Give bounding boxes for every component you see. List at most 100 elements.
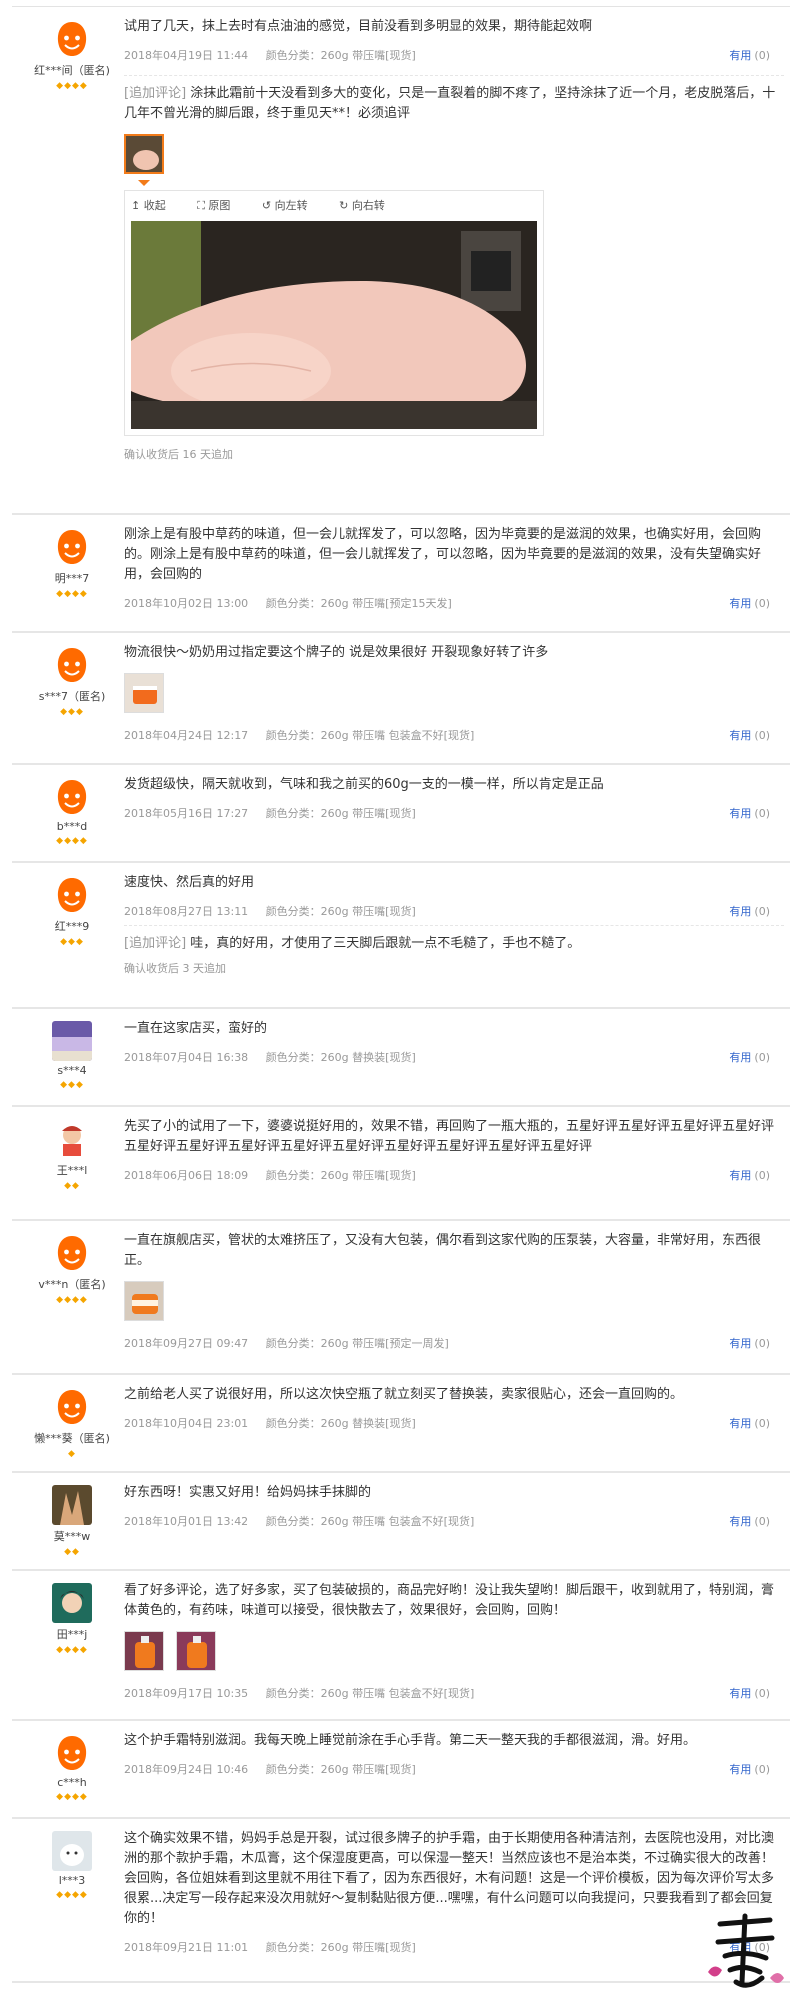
useful-button[interactable]: 有用 (0): [729, 1415, 784, 1431]
review-meta: 2018年08月27日 13:11 颜色分类：260g 带压嘴[现货] 有用 (0…: [124, 903, 784, 919]
useful-label[interactable]: 有用: [729, 807, 751, 820]
calligraphy-stamp-icon: [700, 1912, 790, 1994]
useful-button[interactable]: 有用 (0): [729, 1513, 784, 1529]
review-meta: 2018年09月21日 11:01 颜色分类：260g 带压嘴[现货] 有用 (0…: [124, 1939, 784, 1955]
reviewer: v***n（匿名) ◆◆◆◆: [12, 1233, 132, 1305]
photo-viewer: ↥ 收起 ⛶ 原图 ↺ 向左转 ↻ 向右转: [124, 190, 544, 436]
review-sku: 颜色分类：260g 带压嘴[现货]: [265, 807, 416, 820]
useful-count: (0): [754, 1687, 770, 1700]
foot-photo-thumbnail[interactable]: [124, 134, 164, 174]
review-date: 2018年04月24日 12:17: [124, 729, 249, 742]
review-sku: 颜色分类：260g 带压嘴 包装盒不好[现货]: [265, 1515, 475, 1528]
orange-mascot-icon: [52, 1733, 92, 1773]
useful-button[interactable]: 有用 (0): [729, 805, 784, 821]
useful-button[interactable]: 有用 (0): [729, 1049, 784, 1065]
review-date: 2018年10月01日 13:42: [124, 1515, 249, 1528]
useful-label[interactable]: 有用: [729, 905, 751, 918]
reviewer-level-icon: ◆◆: [64, 1181, 80, 1191]
review-item: 田***j ◆◆◆◆ 看了好多评论，选了好多家，买了包装破损的，商品完好哟！没让…: [12, 1571, 790, 1721]
useful-count: (0): [754, 729, 770, 742]
collapse-button[interactable]: ↥ 收起: [131, 199, 180, 212]
reviewer: l***3 ◆◆◆◆: [12, 1831, 132, 1900]
useful-button[interactable]: 有用 (0): [729, 1335, 784, 1351]
useful-label[interactable]: 有用: [729, 597, 751, 610]
useful-button[interactable]: 有用 (0): [729, 1761, 784, 1777]
useful-label[interactable]: 有用: [729, 1763, 751, 1776]
reviewer: 明***7 ◆◆◆◆: [12, 527, 132, 599]
rotate-right-label[interactable]: 向右转: [352, 199, 385, 212]
reviewer-nick: 明***7: [54, 572, 90, 585]
product-photo-thumbnail[interactable]: [124, 1281, 164, 1321]
orange-mascot-icon: [52, 875, 92, 915]
useful-label[interactable]: 有用: [729, 1515, 751, 1528]
review-sku: 颜色分类：260g 带压嘴[现货]: [265, 49, 416, 62]
useful-count: (0): [754, 597, 770, 610]
append-tag: [追加评论]: [124, 86, 187, 101]
collapse-label[interactable]: 收起: [144, 199, 166, 212]
reviewer-nick: s***7（匿名): [38, 690, 106, 703]
review-text: 看了好多评论，选了好多家，买了包装破损的，商品完好哟！没让我失望哟！脚后跟干，收…: [124, 1583, 775, 1618]
original-image-button[interactable]: ⛶ 原图: [197, 199, 244, 212]
review-sku: 颜色分类：260g 替换装[现货]: [265, 1051, 416, 1064]
review-text: 物流很快～奶奶用过指定要这个牌子的 说是效果很好 开裂现象好转了许多: [124, 645, 549, 660]
orange-mascot-icon: [52, 1233, 92, 1273]
sky-photo-avatar: [52, 1021, 92, 1061]
useful-label[interactable]: 有用: [729, 1169, 751, 1182]
useful-button[interactable]: 有用 (0): [729, 1167, 784, 1183]
reviewer-level-icon: ◆◆◆◆: [56, 836, 88, 846]
useful-label[interactable]: 有用: [729, 1687, 751, 1700]
review-meta: 2018年04月24日 12:17 颜色分类：260g 带压嘴 包装盒不好[现货…: [124, 727, 784, 743]
useful-button[interactable]: 有用 (0): [729, 595, 784, 611]
foot-photo-large[interactable]: [131, 221, 537, 429]
rotate-left-button[interactable]: ↺ 向左转: [262, 199, 322, 212]
append-review: [追加评论] 涂抹此霜前十天没看到多大的变化，只是一直裂着的脚不疼了，坚持涂抹了…: [124, 75, 784, 462]
review-thumbnails: [124, 134, 784, 180]
review-meta: 2018年10月02日 13:00 颜色分类：260g 带压嘴[预定15天发] …: [124, 595, 784, 611]
useful-label[interactable]: 有用: [729, 729, 751, 742]
useful-count: (0): [754, 1763, 770, 1776]
useful-label[interactable]: 有用: [729, 1051, 751, 1064]
review-thumbnails: [124, 1281, 784, 1325]
review-item: 明***7 ◆◆◆◆ 刚涂上是有股中草药的味道，但一会儿就挥发了，可以忽略，因为…: [12, 515, 790, 633]
product-photo-thumbnail[interactable]: [175, 1631, 216, 1671]
anime-avatar: [52, 1583, 92, 1623]
review-text: 这个确实效果不错，妈妈手总是开裂，试过很多牌子的护手霜，由于长期使用各种清洁剂，…: [124, 1831, 775, 1926]
useful-label[interactable]: 有用: [729, 49, 751, 62]
useful-count: (0): [754, 1169, 770, 1182]
review-meta: 2018年10月04日 23:01 颜色分类：260g 替换装[现货] 有用 (0…: [124, 1415, 784, 1431]
rotate-left-label[interactable]: 向左转: [275, 199, 308, 212]
reviewer-nick: v***n（匿名): [38, 1278, 106, 1291]
orange-mascot-icon: [52, 19, 92, 59]
review-sku: 颜色分类：260g 带压嘴[现货]: [265, 905, 416, 918]
useful-button[interactable]: 有用 (0): [729, 727, 784, 743]
reviewer-level-icon: ◆: [68, 1449, 76, 1459]
original-image-label[interactable]: 原图: [208, 199, 230, 212]
reviewer: 王***l ◆◆: [12, 1119, 132, 1191]
review-list: 红***间（匿名) ◆◆◆◆ 试用了几天，抹上去时有点油油的感觉，目前没看到多明…: [12, 6, 790, 1983]
review-date: 2018年08月27日 13:11: [124, 905, 249, 918]
reviewer-level-icon: ◆◆◆: [60, 707, 84, 717]
useful-button[interactable]: 有用 (0): [729, 903, 784, 919]
reviewer: s***4 ◆◆◆: [12, 1021, 132, 1090]
useful-label[interactable]: 有用: [729, 1337, 751, 1350]
review-date: 2018年07月04日 16:38: [124, 1051, 249, 1064]
review-sku: 颜色分类：260g 带压嘴 包装盒不好[现货]: [265, 729, 475, 742]
useful-count: (0): [754, 1051, 770, 1064]
review-date: 2018年09月21日 11:01: [124, 1941, 249, 1954]
product-photo-thumbnail[interactable]: [124, 1631, 164, 1671]
useful-label[interactable]: 有用: [729, 1417, 751, 1430]
append-text: 涂抹此霜前十天没看到多大的变化，只是一直裂着的脚不疼了，坚持涂抹了近一个月，老皮…: [124, 86, 776, 121]
product-photo-thumbnail[interactable]: [124, 673, 164, 713]
review-text: 之前给老人买了说很好用，所以这次快空瓶了就立刻买了替换装，卖家很贴心，还会一直回…: [124, 1387, 684, 1402]
review-item: c***h ◆◆◆◆ 这个护手霜特别滋润。我每天晚上睡觉前涂在手心手背。第二天一…: [12, 1721, 790, 1819]
review-item: 王***l ◆◆ 先买了小的试用了一下，婆婆说挺好用的，效果不错，再回购了一瓶大…: [12, 1107, 790, 1221]
review-text: 发货超级快，隔天就收到，气味和我之前买的60g一支的一模一样，所以肯定是正品: [124, 777, 604, 792]
useful-button[interactable]: 有用 (0): [729, 47, 784, 63]
rotate-right-button[interactable]: ↻ 向右转: [339, 199, 399, 212]
useful-button[interactable]: 有用 (0): [729, 1685, 784, 1701]
reviewer-level-icon: ◆◆◆◆: [56, 1792, 88, 1802]
orange-mascot-icon: [52, 645, 92, 685]
reviewer: 田***j ◆◆◆◆: [12, 1583, 132, 1655]
review-item: 红***间（匿名) ◆◆◆◆ 试用了几天，抹上去时有点油油的感觉，目前没看到多明…: [12, 7, 790, 515]
review-thumbnails: [124, 1631, 784, 1675]
